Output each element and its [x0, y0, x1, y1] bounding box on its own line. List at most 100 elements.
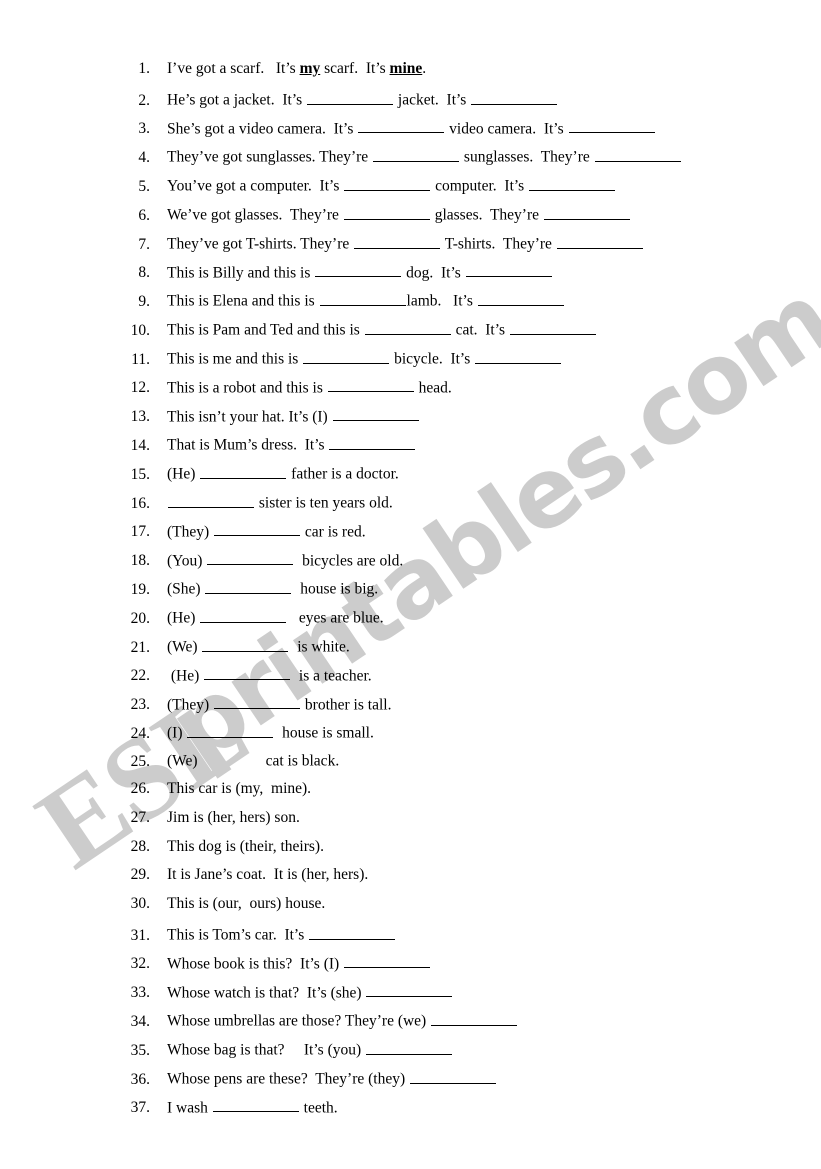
item-sentence: Whose book is this? It’s (I): [150, 953, 431, 974]
worksheet-item: 11. This is me and this is bicycle. It’s: [0, 348, 821, 377]
item-sentence: (He) father is a doctor.: [150, 463, 399, 484]
item-sentence: (You) bicycles are old.: [150, 550, 403, 571]
item-sentence: This is Pam and Ted and this is cat. It’…: [150, 319, 597, 340]
sentence-text: (You): [167, 552, 207, 570]
answer-blank[interactable]: [509, 319, 596, 335]
item-sentence: That is Mum’s dress. It’s: [150, 434, 416, 455]
answer-blank[interactable]: [529, 175, 616, 191]
answer-blank[interactable]: [200, 607, 287, 623]
answer-blank[interactable]: [354, 233, 441, 249]
worksheet-item: 29. It is Jane’s coat. It is (her, hers).: [0, 866, 821, 895]
answer-blank[interactable]: [200, 463, 287, 479]
sentence-text: is white.: [289, 638, 350, 656]
answer-blank[interactable]: [556, 233, 643, 249]
sentence-text: (I): [167, 725, 187, 743]
item-number: 34.: [130, 1013, 150, 1031]
item-sentence: This is (our, ours) house.: [150, 895, 325, 913]
answer-blank[interactable]: [543, 204, 630, 220]
answer-blank[interactable]: [475, 348, 562, 364]
answer-blank[interactable]: [202, 636, 289, 652]
worksheet-item: 7. They’ve got T-shirts. They’re T-shirts…: [0, 233, 821, 262]
answer-blank[interactable]: [344, 175, 431, 191]
answer-blank[interactable]: [568, 118, 655, 134]
answer-blank[interactable]: [366, 1039, 453, 1055]
item-sentence: I’ve got a scarf. It’s my scarf. It’s mi…: [150, 60, 426, 78]
sentence-text: I’ve got a scarf. It’s: [167, 60, 300, 77]
worksheet-item: 15. (He) father is a doctor.: [0, 463, 821, 492]
worksheet-item: 23. (They) brother is tall.: [0, 694, 821, 723]
sentence-text: teeth.: [299, 1099, 338, 1117]
answer-blank[interactable]: [373, 146, 460, 163]
item-number: 30.: [130, 895, 150, 913]
answer-blank[interactable]: [204, 665, 291, 681]
sentence-text: (They): [167, 696, 214, 714]
worksheet-item: 4. They’ve got sunglasses. They’re sungla…: [0, 146, 821, 175]
sentence-text: She’s got a video camera. It’s: [167, 120, 358, 138]
answer-blank[interactable]: [315, 262, 402, 278]
answer-blank[interactable]: [344, 953, 431, 969]
sentence-text: This is a robot and this is: [167, 379, 327, 397]
item-sentence: Whose bag is that? It’s (you): [150, 1039, 453, 1060]
answer-blank[interactable]: [303, 348, 390, 364]
sentence-text: This isn’t your hat. It’s (I): [167, 408, 332, 426]
answer-gap[interactable]: [198, 751, 266, 766]
answer-blank[interactable]: [364, 319, 451, 335]
worksheet-item: 3. She’s got a video camera. It’s video c…: [0, 118, 821, 147]
answer-blank[interactable]: [431, 1010, 518, 1027]
item-number: 19.: [130, 581, 150, 599]
answer-blank[interactable]: [207, 550, 294, 566]
item-number: 5.: [138, 177, 150, 195]
answer-blank[interactable]: [187, 722, 274, 739]
answer-blank[interactable]: [214, 694, 301, 710]
sentence-text: I wash: [167, 1099, 212, 1117]
item-number: 32.: [130, 955, 150, 973]
item-sentence: (He) is a teacher.: [150, 665, 372, 686]
sentence-text: scarf. It’s: [320, 60, 390, 77]
item-sentence: (He) eyes are blue.: [150, 607, 384, 628]
item-sentence: This dog is (their, theirs).: [150, 838, 324, 856]
answer-blank[interactable]: [332, 406, 419, 422]
worksheet-item: 25. (We) cat is black.: [0, 751, 821, 780]
answer-blank[interactable]: [168, 492, 254, 508]
answer-blank[interactable]: [358, 118, 445, 134]
answer-blank[interactable]: [343, 204, 430, 220]
sentence-text: (She): [167, 581, 205, 599]
sentence-text: sister is ten years old.: [255, 494, 393, 512]
answer-blank[interactable]: [465, 262, 552, 278]
item-sentence: (They) car is red.: [150, 521, 366, 542]
item-sentence: They’ve got T-shirts. They’re T-shirts. …: [150, 233, 644, 254]
item-number: 16.: [130, 494, 150, 512]
sentence-text: bicycle. It’s: [390, 350, 475, 368]
item-sentence: It is Jane’s coat. It is (her, hers).: [150, 866, 368, 884]
item-number: 35.: [130, 1041, 150, 1059]
item-number: 6.: [138, 206, 150, 224]
item-number: 26.: [130, 779, 150, 797]
answer-blank[interactable]: [309, 924, 396, 940]
answer-blank[interactable]: [471, 89, 558, 105]
worksheet-item: 12. This is a robot and this is head.: [0, 377, 821, 406]
answer-blank[interactable]: [329, 434, 416, 451]
answer-blank[interactable]: [477, 290, 564, 307]
item-number: 10.: [130, 321, 150, 339]
answer-blank[interactable]: [594, 146, 681, 163]
answer-blank[interactable]: [327, 377, 414, 393]
answer-blank[interactable]: [410, 1068, 497, 1084]
worksheet-item: 5. You’ve got a computer. It’s computer. …: [0, 175, 821, 204]
sentence-text: (He): [167, 667, 204, 685]
answer-blank[interactable]: [212, 1097, 299, 1113]
sentence-text: (They): [167, 523, 214, 541]
sentence-text: (We): [167, 638, 202, 656]
answer-blank[interactable]: [366, 982, 453, 998]
sentence-text: dog. It’s: [402, 264, 465, 282]
item-number: 4.: [138, 149, 150, 167]
worksheet-item: 37. I wash teeth.: [0, 1097, 821, 1126]
answer-blank[interactable]: [319, 290, 406, 307]
item-sentence: They’ve got sunglasses. They’re sunglass…: [150, 146, 682, 167]
answer-blank[interactable]: [307, 89, 394, 105]
item-number: 25.: [130, 752, 150, 770]
answer-blank[interactable]: [205, 578, 292, 595]
item-number: 17.: [130, 523, 150, 541]
answer-blank[interactable]: [214, 521, 301, 537]
sentence-text: head.: [414, 379, 452, 397]
item-number: 28.: [130, 837, 150, 855]
